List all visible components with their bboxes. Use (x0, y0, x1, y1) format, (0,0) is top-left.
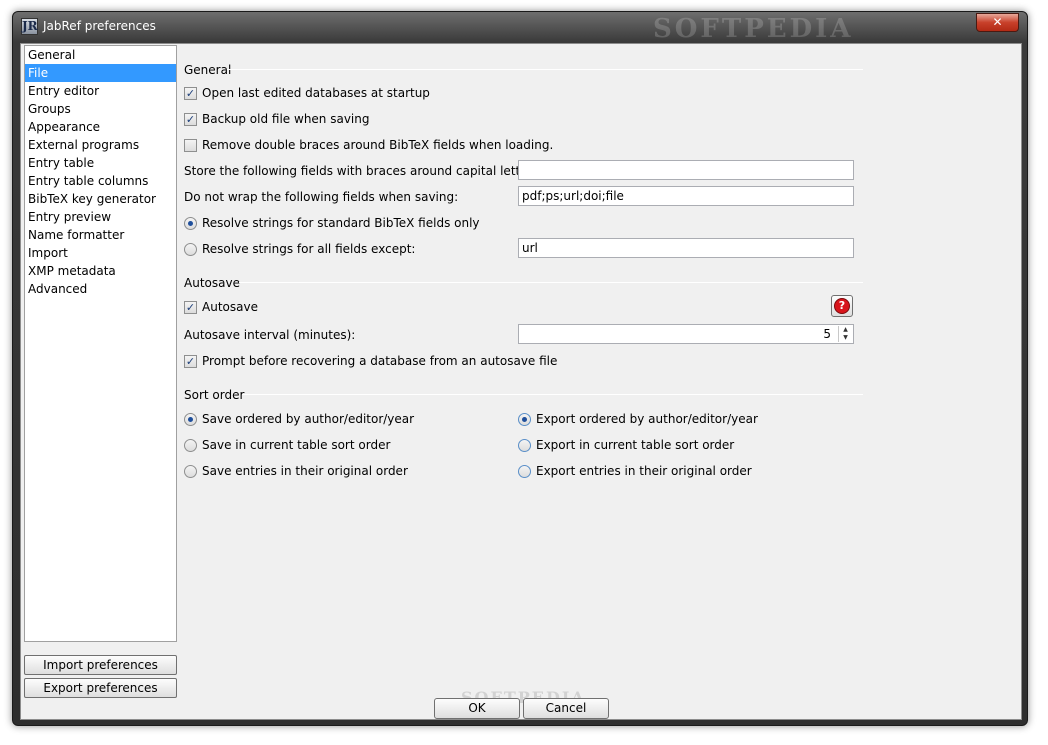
save-order-author-row[interactable]: Save ordered by author/editor/year (184, 410, 414, 428)
sidebar-item-entry-table[interactable]: Entry table (25, 154, 176, 172)
save-order-original-row[interactable]: Save entries in their original order (184, 462, 408, 480)
sidebar-item-entry-preview[interactable]: Entry preview (25, 208, 176, 226)
sidebar-item-bibtex-key-generator[interactable]: BibTeX key generator (25, 190, 176, 208)
export-order-original-row[interactable]: Export entries in their original order (518, 462, 752, 480)
close-icon: ✕ (992, 15, 1003, 29)
save-order-table-label: Save in current table sort order (202, 438, 391, 452)
sidebar-item-import[interactable]: Import (25, 244, 176, 262)
title-bar[interactable]: JR JabRef preferences SOFTPEDIA ✕ (13, 12, 1027, 44)
sidebar-item-entry-editor[interactable]: Entry editor (25, 82, 176, 100)
remove-braces-row[interactable]: Remove double braces around BibTeX field… (184, 136, 553, 154)
help-button[interactable]: ? (831, 295, 853, 317)
remove-braces-label: Remove double braces around BibTeX field… (202, 138, 554, 152)
save-order-original-radio[interactable] (184, 464, 197, 478)
export-order-table-radio[interactable] (518, 438, 531, 452)
preferences-window: JR JabRef preferences SOFTPEDIA ✕ Genera… (12, 11, 1028, 726)
sidebar-item-name-formatter[interactable]: Name formatter (25, 226, 176, 244)
nowrap-fields-label: Do not wrap the following fields when sa… (184, 190, 459, 204)
spinner-down-icon[interactable]: ▼ (839, 334, 852, 342)
sidebar-item-external-programs[interactable]: External programs (25, 136, 176, 154)
import-preferences-button[interactable]: Import preferences (24, 655, 177, 675)
autosave-interval-label: Autosave interval (minutes): (184, 328, 356, 342)
prompt-recover-checkbox[interactable]: ✓ (184, 354, 197, 368)
dialog-button-bar: SOFTPEDIA OK Cancel (21, 688, 1021, 721)
sidebar-item-general[interactable]: General (25, 46, 176, 64)
nowrap-fields-input[interactable]: pdf;ps;url;doi;file (518, 186, 854, 206)
close-button[interactable]: ✕ (976, 13, 1019, 32)
open-last-label: Open last edited databases at startup (202, 86, 430, 100)
autosave-interval-spinner[interactable]: 5 ▲ ▼ (518, 324, 854, 344)
braces-fields-input[interactable] (518, 160, 854, 180)
section-title-autosave: Autosave (184, 276, 240, 290)
autosave-checkbox[interactable]: ✓ (184, 300, 197, 314)
save-order-table-row[interactable]: Save in current table sort order (184, 436, 390, 454)
backup-checkbox[interactable]: ✓ (184, 112, 197, 126)
resolve-except-input[interactable]: url (518, 238, 854, 258)
remove-braces-checkbox[interactable] (184, 138, 197, 152)
section-title-sort-order: Sort order (184, 388, 245, 402)
resolve-standard-radio[interactable] (184, 216, 197, 230)
save-order-author-label: Save ordered by author/editor/year (202, 412, 415, 426)
resolve-standard-row[interactable]: Resolve strings for standard BibTeX fiel… (184, 214, 480, 232)
export-order-original-label: Export entries in their original order (536, 464, 752, 478)
resolve-all-label: Resolve strings for all fields except: (202, 242, 416, 256)
resolve-all-radio[interactable] (184, 242, 197, 256)
save-order-original-label: Save entries in their original order (202, 464, 408, 478)
section-divider (239, 282, 863, 283)
preferences-category-list[interactable]: General File Entry editor Groups Appeara… (24, 45, 177, 642)
export-order-author-radio[interactable] (518, 412, 531, 426)
window-title: JabRef preferences (43, 19, 156, 33)
export-order-original-radio[interactable] (518, 464, 531, 478)
braces-fields-label: Store the following fields with braces a… (184, 164, 543, 178)
softpedia-watermark: SOFTPEDIA (653, 14, 854, 44)
resolve-standard-label: Resolve strings for standard BibTeX fiel… (202, 216, 480, 230)
autosave-label: Autosave (202, 300, 258, 314)
file-preferences-panel: General ✓ Open last edited databases at … (183, 44, 863, 684)
export-order-author-label: Export ordered by author/editor/year (536, 412, 758, 426)
autosave-interval-value: 5 (823, 327, 831, 341)
export-order-table-row[interactable]: Export in current table sort order (518, 436, 734, 454)
spinner-up-icon[interactable]: ▲ (839, 326, 852, 334)
backup-row[interactable]: ✓ Backup old file when saving (184, 110, 369, 128)
save-order-author-radio[interactable] (184, 412, 197, 426)
prompt-recover-label: Prompt before recovering a database from… (202, 354, 558, 368)
section-divider (227, 69, 863, 70)
sidebar-item-xmp-metadata[interactable]: XMP metadata (25, 262, 176, 280)
sidebar-item-advanced[interactable]: Advanced (25, 280, 176, 298)
help-icon: ? (834, 298, 850, 314)
open-last-row[interactable]: ✓ Open last edited databases at startup (184, 84, 430, 102)
dialog-client-area: General File Entry editor Groups Appeara… (20, 43, 1022, 720)
sidebar-item-entry-table-columns[interactable]: Entry table columns (25, 172, 176, 190)
autosave-row[interactable]: ✓ Autosave (184, 298, 258, 316)
ok-button[interactable]: OK (434, 698, 520, 719)
export-order-author-row[interactable]: Export ordered by author/editor/year (518, 410, 758, 428)
sidebar-item-file[interactable]: File (25, 64, 176, 82)
section-title-general: General (184, 63, 232, 77)
cancel-button[interactable]: Cancel (523, 698, 609, 719)
resolve-all-row[interactable]: Resolve strings for all fields except: (184, 240, 415, 258)
export-order-table-label: Export in current table sort order (536, 438, 735, 452)
jabref-app-icon: JR (21, 18, 38, 35)
backup-label: Backup old file when saving (202, 112, 370, 126)
prompt-recover-row[interactable]: ✓ Prompt before recovering a database fr… (184, 352, 557, 370)
save-order-table-radio[interactable] (184, 438, 197, 452)
open-last-checkbox[interactable]: ✓ (184, 86, 197, 100)
sidebar-item-groups[interactable]: Groups (25, 100, 176, 118)
spinner-arrows[interactable]: ▲ ▼ (838, 326, 852, 342)
section-divider (242, 394, 863, 395)
sidebar-item-appearance[interactable]: Appearance (25, 118, 176, 136)
